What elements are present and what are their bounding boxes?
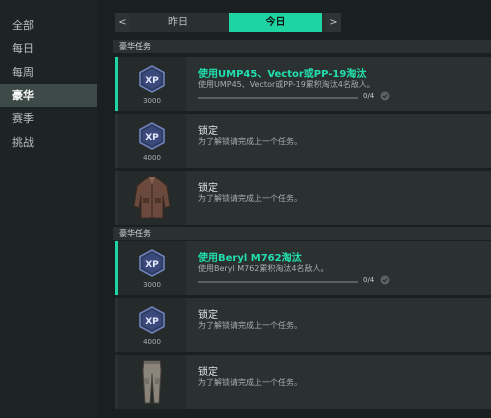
mission-panel: < 昨日 今日 > 豪华任务 XP 3000 使用UMP45、Vector或PP… <box>97 0 491 418</box>
jacket-icon <box>133 176 171 219</box>
mission-card[interactable]: XP 3000 使用Beryl M762淘汰 使用Beryl M762累积淘汰4… <box>115 241 491 295</box>
sidebar-item-weekly[interactable]: 每周 <box>0 61 97 84</box>
svg-text:XP: XP <box>145 133 159 143</box>
xp-reward-value: 3000 <box>143 97 161 105</box>
mission-title: 锁定 <box>198 126 218 137</box>
prev-day-arrow-icon[interactable]: < <box>115 13 130 32</box>
mission-card[interactable]: XP 4000 锁定 为了解锁请完成上一个任务。 <box>115 298 491 352</box>
mission-description: 为了解锁请完成上一个任务。 <box>198 378 302 387</box>
xp-badge-icon: XP <box>139 65 165 93</box>
mission-title: 锁定 <box>198 183 218 194</box>
tab-today[interactable]: 今日 <box>229 13 322 32</box>
xp-reward-value: 3000 <box>143 281 161 289</box>
reward-box <box>118 355 186 409</box>
mission-title: 锁定 <box>198 367 218 378</box>
reward-box: XP 3000 <box>118 241 186 295</box>
check-circle-icon <box>380 275 390 285</box>
mission-title: 使用Beryl M762淘汰 <box>198 253 302 264</box>
sidebar-item-season[interactable]: 赛季 <box>0 107 97 130</box>
mission-description: 为了解锁请完成上一个任务。 <box>198 194 302 203</box>
reward-box: XP 3000 <box>118 57 186 111</box>
mission-card[interactable]: 锁定 为了解锁请完成上一个任务。 <box>115 171 491 225</box>
reward-box <box>118 171 186 225</box>
pants-icon <box>142 360 162 404</box>
mission-title: 使用UMP45、Vector或PP-19淘汰 <box>198 69 367 80</box>
section-header: 豪华任务 <box>113 40 491 53</box>
mission-description: 使用UMP45、Vector或PP-19累积淘汰4名敌人。 <box>198 80 375 89</box>
mission-title: 锁定 <box>198 310 218 321</box>
sidebar-item-daily[interactable]: 每日 <box>0 37 97 60</box>
mission-description: 为了解锁请完成上一个任务。 <box>198 321 302 330</box>
reward-box: XP 4000 <box>118 298 186 352</box>
xp-badge-icon: XP <box>139 249 165 277</box>
reward-box: XP 4000 <box>118 114 186 168</box>
mission-description: 使用Beryl M762累积淘汰4名敌人。 <box>198 264 329 273</box>
progress-bar <box>198 281 358 283</box>
svg-text:XP: XP <box>145 260 159 270</box>
section-header: 豪华任务 <box>113 227 491 240</box>
check-circle-icon <box>380 91 390 101</box>
progress-count: 0/4 <box>363 276 375 284</box>
mission-description: 为了解锁请完成上一个任务。 <box>198 137 302 146</box>
mission-card[interactable]: XP 4000 锁定 为了解锁请完成上一个任务。 <box>115 114 491 168</box>
mission-card[interactable]: 锁定 为了解锁请完成上一个任务。 <box>115 355 491 409</box>
mission-card[interactable]: XP 3000 使用UMP45、Vector或PP-19淘汰 使用UMP45、V… <box>115 57 491 111</box>
svg-text:XP: XP <box>145 76 159 86</box>
xp-reward-value: 4000 <box>143 154 161 162</box>
progress-count: 0/4 <box>363 92 375 100</box>
svg-text:XP: XP <box>145 317 159 327</box>
category-sidebar: 全部 每日 每周 豪华 赛季 挑战 <box>0 0 97 418</box>
xp-badge-icon: XP <box>139 306 165 334</box>
next-day-arrow-icon[interactable]: > <box>326 13 341 32</box>
sidebar-item-all[interactable]: 全部 <box>0 14 97 37</box>
progress-bar <box>198 97 358 99</box>
xp-badge-icon: XP <box>139 122 165 150</box>
xp-reward-value: 4000 <box>143 338 161 346</box>
sidebar-item-challenge[interactable]: 挑战 <box>0 131 97 154</box>
sidebar-item-premium[interactable]: 豪华 <box>0 84 97 107</box>
tab-yesterday[interactable]: 昨日 <box>131 13 225 32</box>
